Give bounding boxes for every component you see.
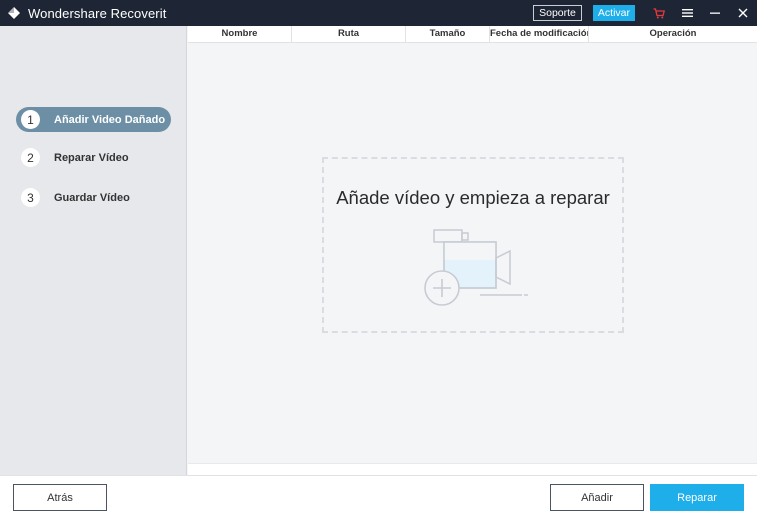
column-header-name[interactable]: Nombre bbox=[188, 26, 292, 42]
step-label: Guardar Vídeo bbox=[54, 191, 130, 204]
steps-sidebar: 1 Añadir Video Dañado 2 Reparar Vídeo 3 … bbox=[0, 26, 187, 475]
support-button[interactable]: Soporte bbox=[533, 5, 582, 21]
close-icon[interactable] bbox=[729, 0, 757, 26]
step-add-damaged-video[interactable]: 1 Añadir Video Dañado bbox=[16, 107, 171, 132]
step-save-video[interactable]: 3 Guardar Vídeo bbox=[16, 185, 171, 210]
step-number: 3 bbox=[21, 188, 40, 207]
app-title: Wondershare Recoverit bbox=[28, 5, 167, 21]
step-repair-video[interactable]: 2 Reparar Vídeo bbox=[16, 145, 171, 170]
column-header-path[interactable]: Ruta bbox=[292, 26, 406, 42]
back-button[interactable]: Atrás bbox=[13, 484, 107, 511]
menu-icon[interactable] bbox=[673, 0, 701, 26]
column-header-size[interactable]: Tamaño bbox=[406, 26, 490, 42]
step-label: Añadir Video Dañado bbox=[54, 113, 166, 126]
app-logo-icon bbox=[7, 6, 21, 20]
footer-bar: Atrás Añadir Reparar bbox=[0, 475, 757, 517]
minimize-icon[interactable] bbox=[701, 0, 729, 26]
column-header-modified-date[interactable]: Fecha de modificación bbox=[490, 26, 589, 42]
step-label: Reparar Vídeo bbox=[54, 151, 129, 164]
repair-button[interactable]: Reparar bbox=[650, 484, 744, 511]
add-button[interactable]: Añadir bbox=[550, 484, 644, 511]
activate-button[interactable]: Activar bbox=[592, 5, 635, 21]
title-bar: Wondershare Recoverit Soporte Activar bbox=[0, 0, 757, 26]
add-video-camera-icon bbox=[422, 228, 530, 313]
step-number: 2 bbox=[21, 148, 40, 167]
content-bottom-strip bbox=[188, 463, 757, 475]
file-table-header: Nombre Ruta Tamaño Fecha de modificación… bbox=[188, 26, 757, 43]
add-video-dropzone[interactable]: Añade vídeo y empieza a reparar bbox=[322, 157, 624, 333]
main-content: Añade vídeo y empieza a reparar bbox=[188, 43, 757, 463]
cart-icon[interactable] bbox=[645, 0, 673, 26]
column-header-operation[interactable]: Operación bbox=[589, 26, 757, 42]
step-number: 1 bbox=[21, 110, 40, 129]
dropzone-text: Añade vídeo y empieza a reparar bbox=[336, 187, 610, 208]
